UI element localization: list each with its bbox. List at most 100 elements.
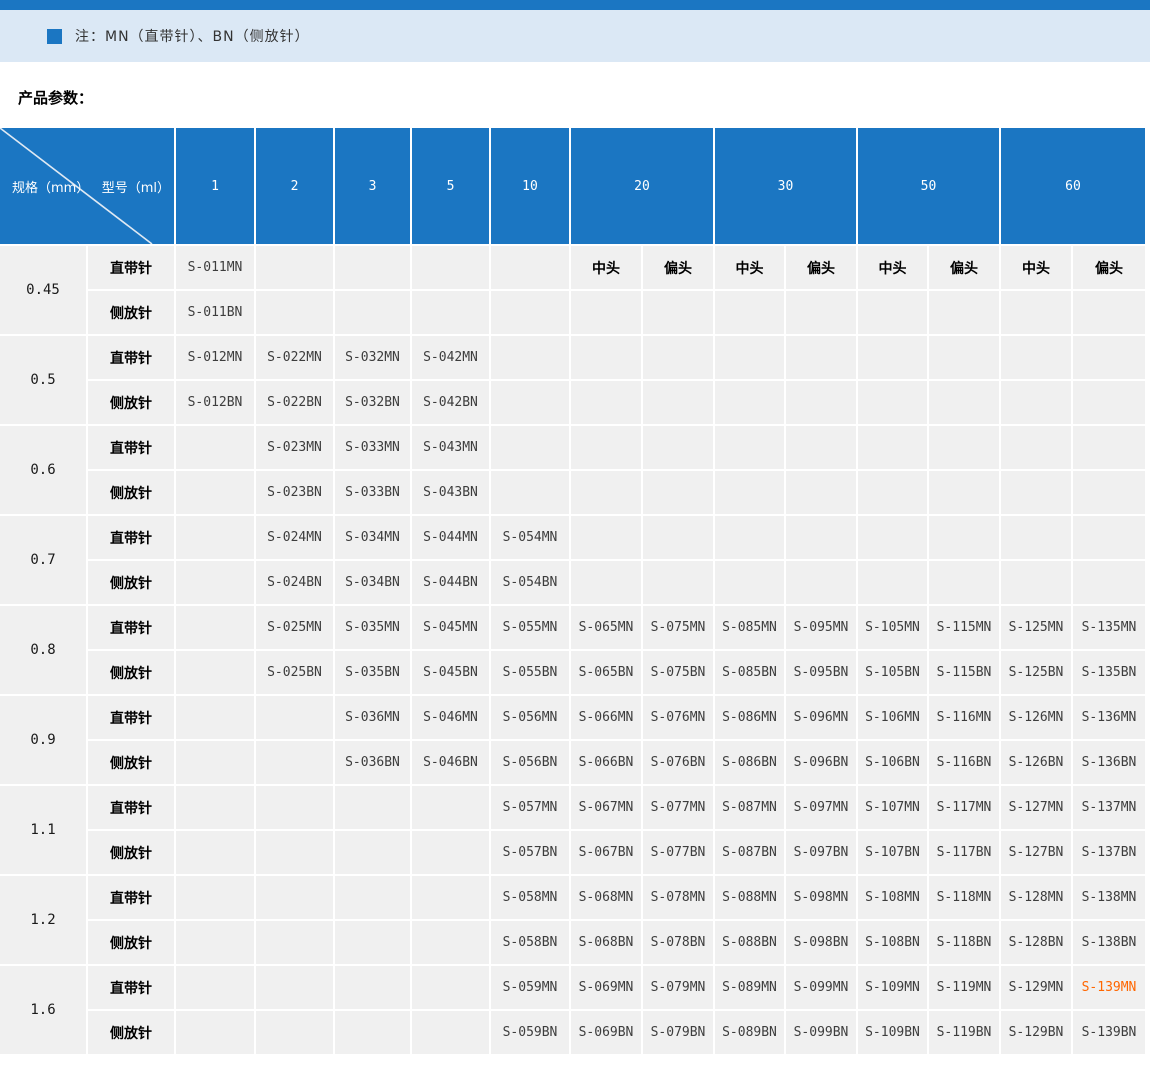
model-cell: S-135BN: [1073, 651, 1145, 694]
row-type-label: 侧放针: [88, 831, 174, 874]
model-cell: S-059BN: [491, 1011, 569, 1054]
row-type-label: 侧放针: [88, 741, 174, 784]
subcolumn-header: 偏头: [786, 246, 856, 289]
model-cell: S-077MN: [643, 786, 713, 829]
empty-cell: [412, 786, 489, 829]
model-cell: S-139BN: [1073, 1011, 1145, 1054]
model-cell: S-065BN: [571, 651, 641, 694]
model-cell: S-096BN: [786, 741, 856, 784]
model-cell: S-024BN: [256, 561, 333, 604]
row-type-label: 直带针: [88, 246, 174, 289]
empty-cell: [256, 966, 333, 1009]
empty-cell: [1001, 561, 1071, 604]
subcolumn-header: 中头: [1001, 246, 1071, 289]
model-cell: S-067MN: [571, 786, 641, 829]
model-cell: S-119BN: [929, 1011, 999, 1054]
row-type-label: 侧放针: [88, 381, 174, 424]
model-cell: S-085MN: [715, 606, 784, 649]
empty-cell: [256, 1011, 333, 1054]
model-cell: S-054MN: [491, 516, 569, 559]
model-cell: S-075MN: [643, 606, 713, 649]
empty-cell: [412, 966, 489, 1009]
model-cell: S-109BN: [858, 1011, 927, 1054]
model-cell: S-068MN: [571, 876, 641, 919]
empty-cell: [571, 336, 641, 379]
empty-cell: [176, 921, 254, 964]
model-cell: S-096MN: [786, 696, 856, 739]
model-cell: S-098MN: [786, 876, 856, 919]
model-cell: S-099MN: [786, 966, 856, 1009]
empty-cell: [256, 831, 333, 874]
model-cell: S-135MN: [1073, 606, 1145, 649]
empty-cell: [412, 1011, 489, 1054]
empty-cell: [929, 561, 999, 604]
header-col-2: 2: [256, 128, 333, 244]
empty-cell: [335, 786, 410, 829]
subcolumn-header: 偏头: [1073, 246, 1145, 289]
model-cell: S-109MN: [858, 966, 927, 1009]
empty-cell: [256, 696, 333, 739]
model-cell: S-108BN: [858, 921, 927, 964]
model-cell: S-055MN: [491, 606, 569, 649]
model-cell: S-106BN: [858, 741, 927, 784]
model-cell: S-115BN: [929, 651, 999, 694]
model-cell: S-078MN: [643, 876, 713, 919]
empty-cell: [643, 426, 713, 469]
empty-cell: [335, 1011, 410, 1054]
model-cell: S-115MN: [929, 606, 999, 649]
empty-cell: [1073, 471, 1145, 514]
empty-cell: [412, 921, 489, 964]
model-cell: S-022MN: [256, 336, 333, 379]
model-cell: S-066BN: [571, 741, 641, 784]
empty-cell: [643, 561, 713, 604]
model-cell: S-042MN: [412, 336, 489, 379]
header-col-3: 3: [335, 128, 410, 244]
empty-cell: [1073, 291, 1145, 334]
empty-cell: [715, 291, 784, 334]
empty-cell: [335, 831, 410, 874]
model-cell: S-106MN: [858, 696, 927, 739]
empty-cell: [1001, 336, 1071, 379]
model-cell: S-043BN: [412, 471, 489, 514]
empty-cell: [715, 561, 784, 604]
empty-cell: [491, 381, 569, 424]
model-cell: S-137MN: [1073, 786, 1145, 829]
model-cell: S-098BN: [786, 921, 856, 964]
empty-cell: [786, 516, 856, 559]
model-cell: S-116MN: [929, 696, 999, 739]
empty-cell: [929, 336, 999, 379]
empty-cell: [858, 516, 927, 559]
model-cell: S-023BN: [256, 471, 333, 514]
empty-cell: [571, 426, 641, 469]
empty-cell: [256, 876, 333, 919]
empty-cell: [786, 561, 856, 604]
subcolumn-header: 中头: [858, 246, 927, 289]
row-type-label: 侧放针: [88, 1011, 174, 1054]
model-cell: S-044BN: [412, 561, 489, 604]
model-cell: S-077BN: [643, 831, 713, 874]
subcolumn-header: 中头: [715, 246, 784, 289]
row-type-label: 直带针: [88, 786, 174, 829]
empty-cell: [643, 471, 713, 514]
model-cell: S-129BN: [1001, 1011, 1071, 1054]
model-cell: S-085BN: [715, 651, 784, 694]
model-cell: S-058BN: [491, 921, 569, 964]
model-cell: S-107BN: [858, 831, 927, 874]
empty-cell: [715, 381, 784, 424]
empty-cell: [1073, 336, 1145, 379]
model-cell: S-095MN: [786, 606, 856, 649]
notice-bar: 注：MN（直带针）、BN（侧放针）: [0, 10, 1150, 62]
header-col-5: 5: [412, 128, 489, 244]
model-cell: S-043MN: [412, 426, 489, 469]
section-title: 产品参数：: [18, 87, 1150, 108]
corner-model-label: 型号（ml）: [102, 177, 170, 196]
model-cell: S-045MN: [412, 606, 489, 649]
row-type-label: 侧放针: [88, 471, 174, 514]
model-cell: S-086MN: [715, 696, 784, 739]
empty-cell: [491, 336, 569, 379]
model-cell: S-033BN: [335, 471, 410, 514]
empty-cell: [643, 381, 713, 424]
empty-cell: [786, 381, 856, 424]
model-cell: S-127MN: [1001, 786, 1071, 829]
model-cell: S-069BN: [571, 1011, 641, 1054]
